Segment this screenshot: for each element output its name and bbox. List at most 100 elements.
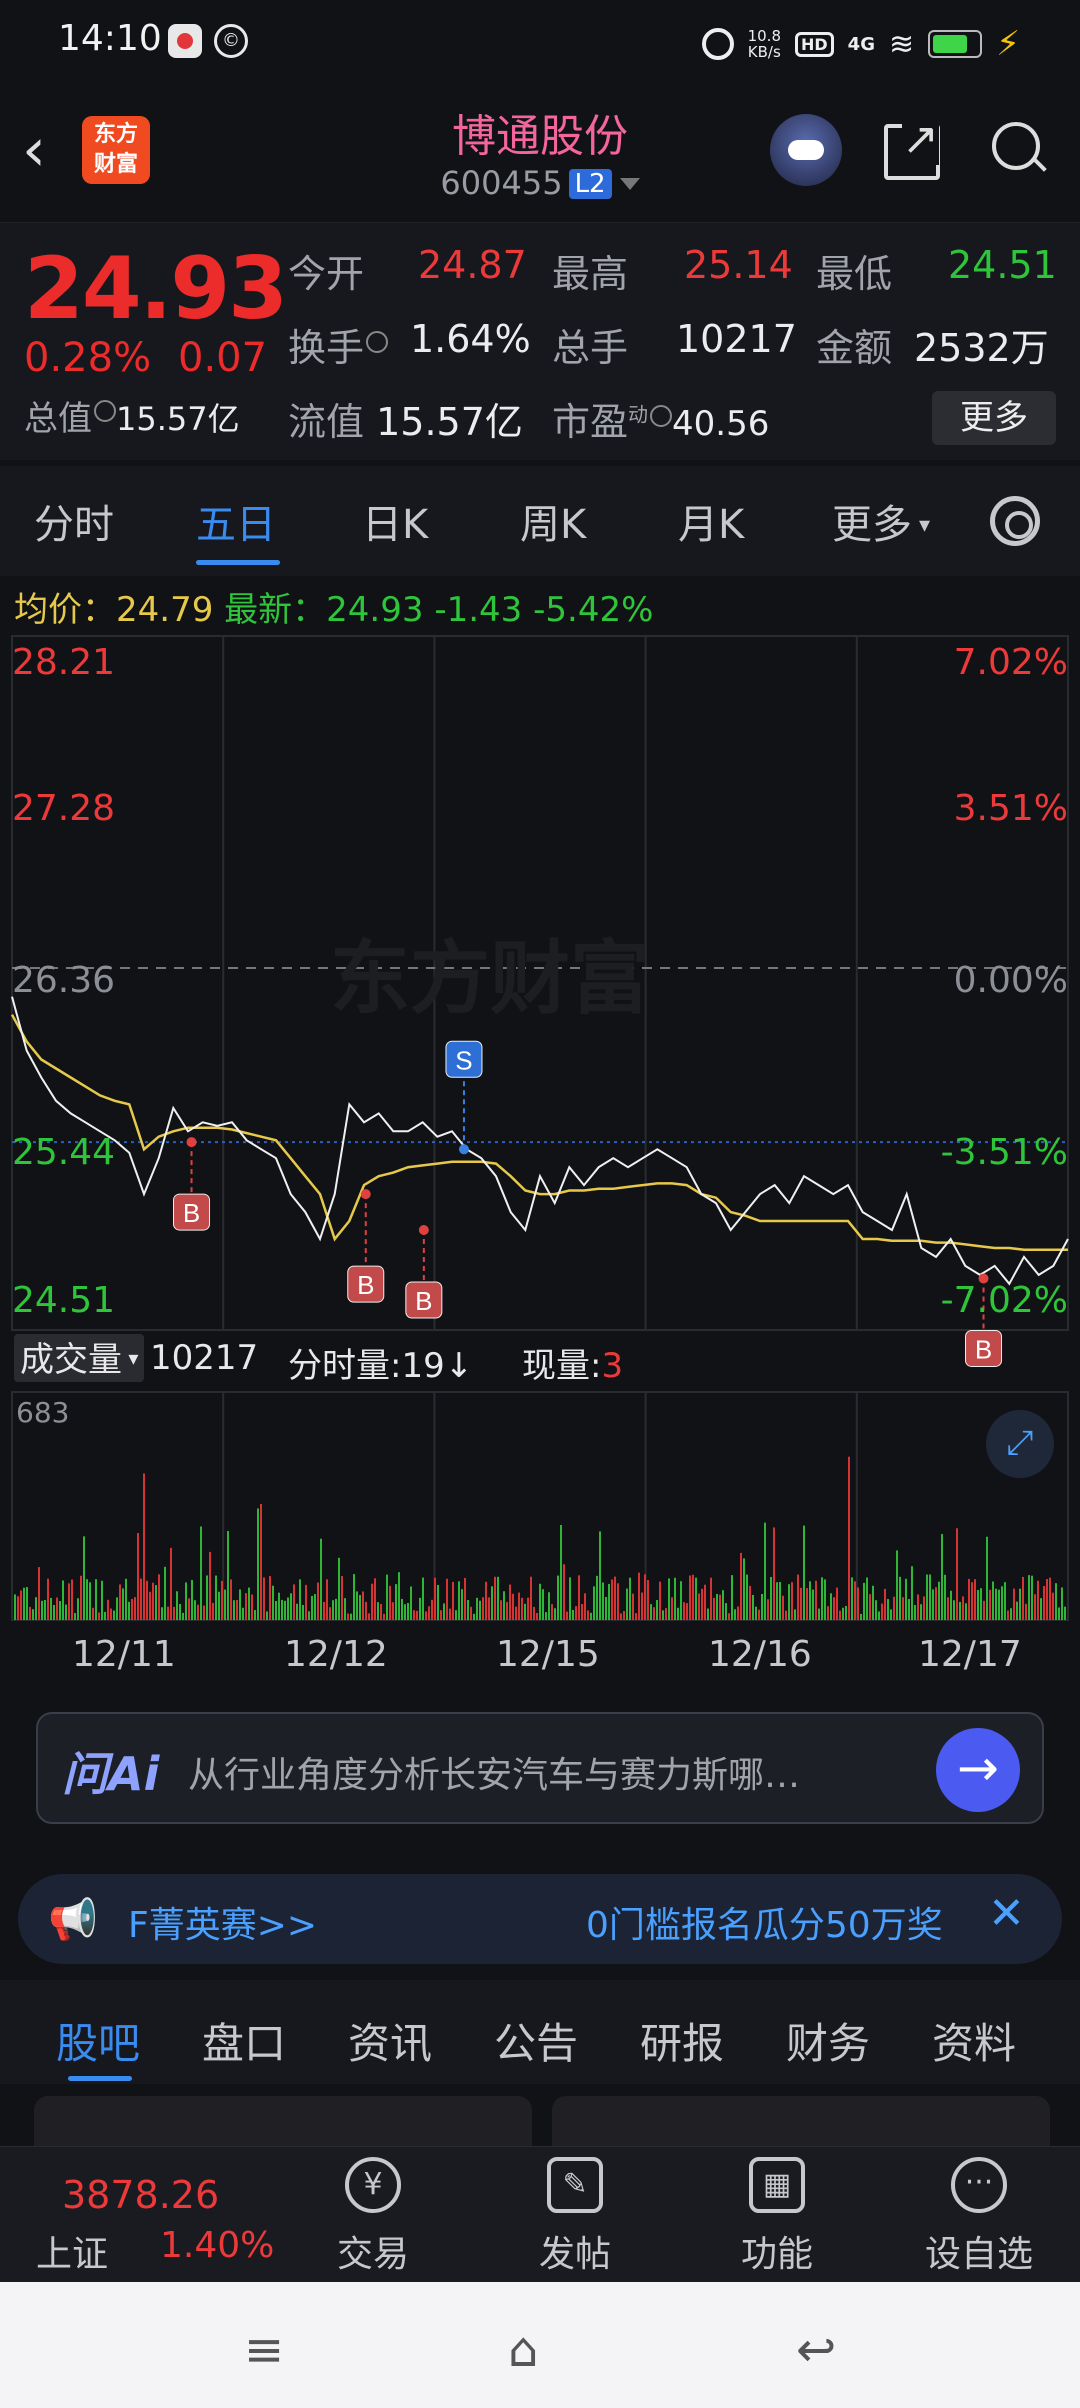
volume-bar [641,1592,643,1620]
volume-bar [515,1606,517,1620]
tab-guba[interactable]: 股吧 [56,2010,140,2071]
volume-bar [38,1567,40,1620]
volume-bar [74,1613,76,1620]
trade-button[interactable]: ¥ 交易 [308,2157,438,2277]
volume-bar [983,1600,985,1620]
volume-value: 10217 [676,317,797,361]
volume-bar [560,1524,562,1620]
volume-bar [833,1597,835,1620]
volume-bar [896,1550,898,1620]
volume-bar [818,1608,820,1620]
volume-bar [650,1604,652,1620]
promo-banner[interactable]: 📢 F菁英赛>> 0门槛报名瓜分50万奖 ✕ [18,1874,1062,1964]
volume-bar [824,1579,826,1620]
expand-icon[interactable]: ⤢ [986,1410,1054,1478]
more-button[interactable]: 更多 [932,391,1056,445]
search-icon[interactable] [990,120,1046,176]
tab-news[interactable]: 资讯 [348,2010,432,2071]
tab-weekly-k[interactable]: 周K [520,492,586,550]
arrow-right-icon[interactable]: → [936,1728,1020,1812]
volume-bar [773,1527,775,1620]
volume-bar [314,1594,316,1620]
tab-profile[interactable]: 资料 [932,2010,1016,2071]
volume-bar [275,1600,277,1620]
low-field: 最低 [816,243,892,298]
five-day-chart[interactable]: BBBSB 28.21 27.28 26.36 25.44 24.51 7.02… [0,630,1080,1690]
marker-dot [458,1144,469,1155]
volume-bar [488,1597,490,1620]
volume-bar [311,1595,313,1620]
volume-bar [248,1587,250,1620]
signal-icon: 4G [847,33,875,55]
wifi-icon: ≋ [888,26,915,62]
tab-monthly-k[interactable]: 月K [678,492,744,550]
index-value[interactable]: 3878.26 [62,2173,219,2217]
close-icon[interactable]: ✕ [988,1888,1025,1939]
volume-bar [629,1577,631,1620]
volume-bar [500,1600,502,1620]
volume-bar [572,1609,574,1620]
feature-card[interactable] [552,2096,1050,2146]
volume-bar [26,1587,28,1620]
volume-bar [959,1601,961,1620]
volume-bar [1043,1586,1045,1620]
tab-announcements[interactable]: 公告 [494,2010,578,2071]
volume-bar [776,1582,778,1620]
add-watchlist-button[interactable]: ··· 设自选 [914,2157,1044,2277]
volume-bar [758,1609,760,1620]
ai-question-box[interactable]: 问Ai 从行业角度分析长安汽车与赛力斯哪… → [36,1712,1044,1824]
volume-bar [605,1596,607,1620]
volume-bar [62,1580,64,1620]
index-name[interactable]: 上证 [36,2225,108,2277]
volume-bar [413,1610,415,1620]
volume-bar [1007,1610,1009,1620]
home-icon[interactable]: ⌂ [508,2322,538,2378]
volume-bar [860,1613,862,1620]
robot-assistant-icon[interactable] [770,114,842,186]
active-tab-indicator [196,560,280,565]
volume-bar [1064,1606,1066,1620]
megaphone-icon: 📢 [48,1897,98,1943]
volume-bar [632,1593,634,1620]
menu-icon[interactable]: ≡ [244,2322,284,2378]
volume-bar [59,1601,61,1620]
grid-icon: ▦ [749,2157,805,2213]
tab-intraday[interactable]: 分时 [34,492,114,550]
tab-pankou[interactable]: 盘口 [202,2010,286,2071]
volume-bar [374,1578,376,1620]
volume-bar [1058,1607,1060,1620]
share-icon[interactable] [884,114,940,180]
volume-bar [794,1609,796,1620]
volume-bar [872,1585,874,1620]
post-button[interactable]: ✎ 发帖 [510,2157,640,2277]
volume-bar [1001,1586,1003,1620]
volume-selector[interactable]: 成交量 ▾ [14,1334,145,1382]
mktcap-label: 总值 [24,399,92,439]
yen-icon: ¥ [345,2157,401,2213]
settings-gear-icon[interactable] [990,496,1040,546]
tab-five-day[interactable]: 五日 [196,492,276,550]
feature-card[interactable] [34,2096,532,2146]
volume-bar [740,1552,742,1620]
tab-research[interactable]: 研报 [640,2010,724,2071]
volume-bar [296,1603,298,1620]
x-date: 12/15 [496,1634,600,1675]
feature-cards [0,2086,1080,2146]
buy-marker-label: B [415,1286,432,1316]
tab-finance[interactable]: 财务 [786,2010,870,2071]
tab-daily-k[interactable]: 日K [362,492,428,550]
volume-bar [551,1604,553,1620]
index-pct[interactable]: 1.40% [160,2225,274,2266]
tab-more[interactable]: 更多 ▾ [832,492,930,550]
functions-button[interactable]: ▦ 功能 [712,2157,842,2277]
mktcap-field: 总值 15.57亿 [24,391,240,440]
volume-bar [620,1613,622,1620]
volume-bar [179,1603,181,1620]
back-nav-icon[interactable]: ↩ [796,2322,836,2378]
open-field: 今开 [288,243,364,298]
latest-label: 最新： [224,590,327,630]
y-label-right: 3.51% [953,788,1068,829]
volume-bar [569,1577,571,1620]
volume-bar [389,1585,391,1620]
volume-bar [737,1606,739,1620]
